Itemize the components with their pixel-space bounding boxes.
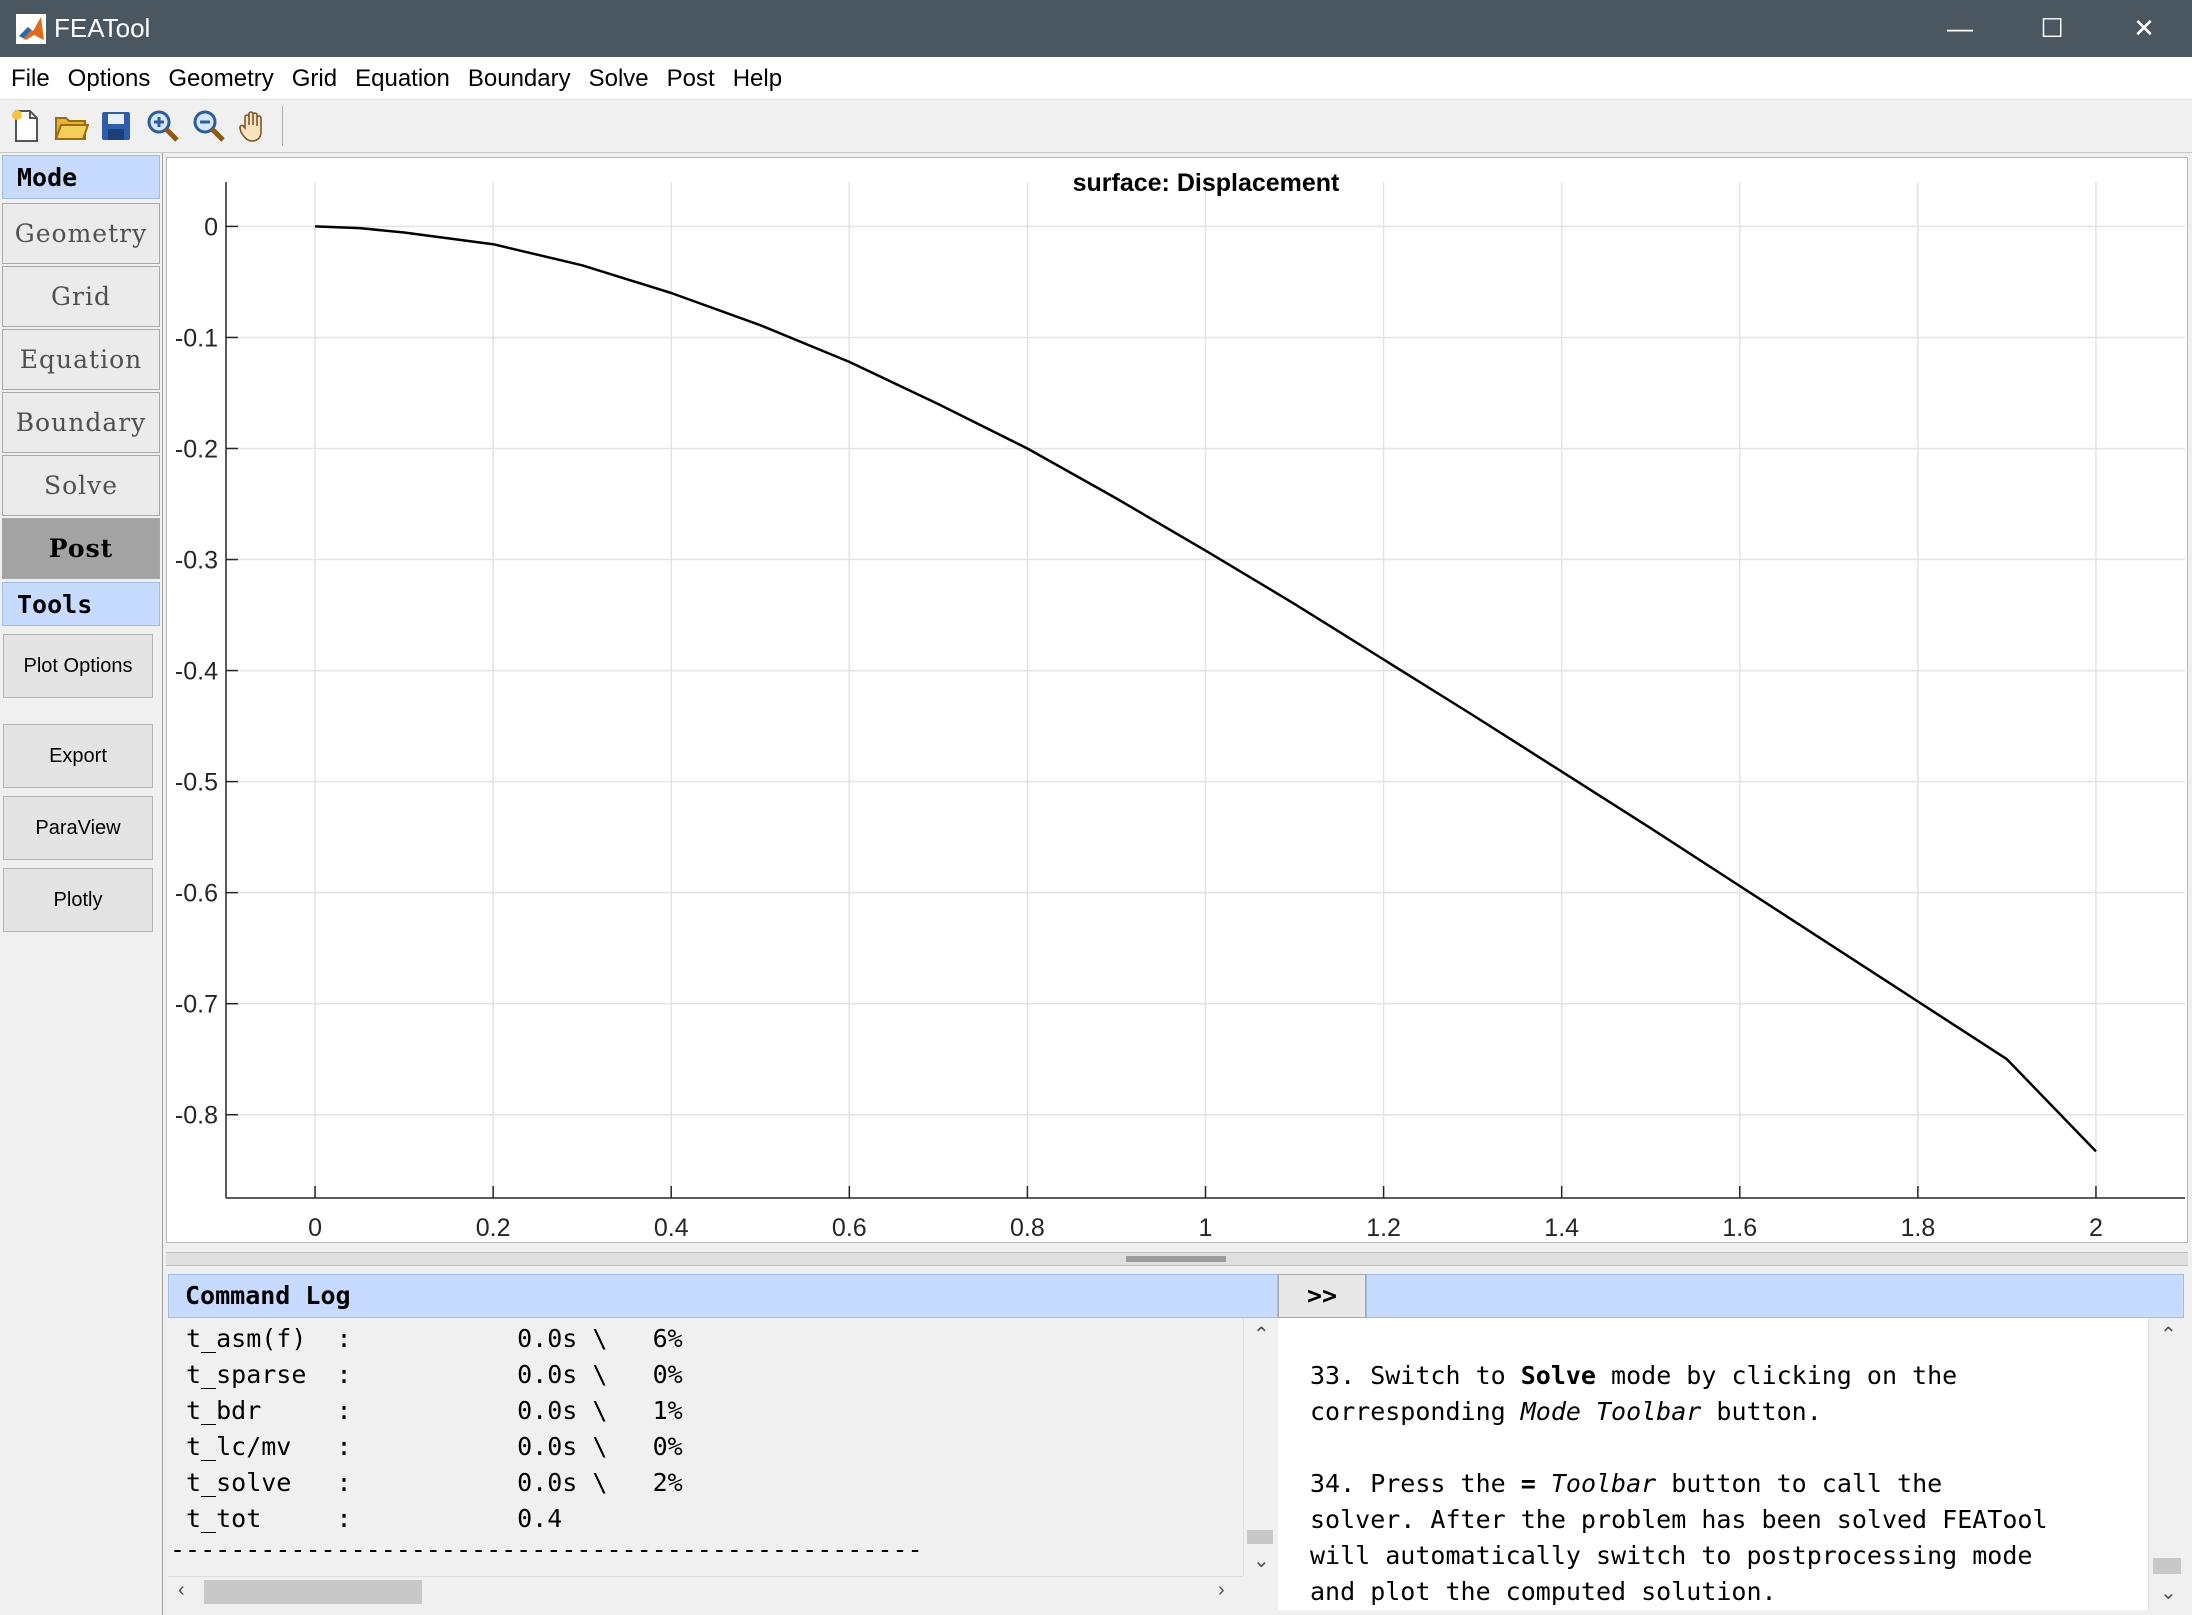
x-tick-label: 0.2 <box>476 1214 511 1242</box>
scroll-thumb[interactable] <box>2153 1558 2181 1574</box>
scroll-right-icon[interactable]: › <box>1218 1579 1225 1602</box>
side-panel: Mode Geometry Grid Equation Boundary Sol… <box>0 153 163 1615</box>
scroll-thumb[interactable] <box>1247 1530 1273 1544</box>
log-horizontal-scrollbar[interactable]: ‹ › <box>168 1576 1243 1607</box>
minimize-button[interactable]: — <box>1914 0 2006 57</box>
x-tick-label: 0 <box>308 1214 322 1242</box>
y-tick-label: -0.3 <box>175 547 218 575</box>
expand-button[interactable]: >> <box>1278 1274 1366 1318</box>
x-tick-label: 0.6 <box>832 1214 867 1242</box>
x-tick-label: 1.6 <box>1722 1214 1757 1242</box>
menu-boundary[interactable]: Boundary <box>459 58 580 100</box>
scroll-thumb[interactable] <box>204 1580 422 1604</box>
tutorial-line: will automatically switch to postprocess… <box>1310 1541 2033 1570</box>
export-button[interactable]: Export <box>3 724 153 788</box>
menu-geometry[interactable]: Geometry <box>159 58 282 100</box>
close-button[interactable]: ✕ <box>2098 0 2190 57</box>
menu-help[interactable]: Help <box>724 58 791 100</box>
plot-canvas[interactable]: 0 0.2 0.4 0.6 0.8 1 1.2 1.4 1.6 1.8 2 0 -0.1 -0.2 -0.3… <box>167 158 2187 1242</box>
mode-grid-button[interactable]: Grid <box>2 266 160 327</box>
plotly-button[interactable]: Plotly <box>3 868 153 932</box>
x-tick-label: 1.4 <box>1544 1214 1579 1242</box>
x-tick-label: 1.2 <box>1366 1214 1401 1242</box>
panel-splitter[interactable] <box>166 1252 2188 1266</box>
title-bar: FEATool — ☐ ✕ <box>0 0 2192 57</box>
y-tick-label: -0.2 <box>175 435 218 463</box>
y-tick-label: -0.4 <box>175 658 218 686</box>
command-log[interactable]: t_asm(f) : 0.0s \ 6% t_sparse : 0.0s \ 0… <box>168 1318 1243 1576</box>
scroll-left-icon[interactable]: ‹ <box>178 1579 185 1602</box>
tutorial-line: and plot the computed solution. <box>1310 1577 1777 1606</box>
plot-options-button[interactable]: Plot Options <box>3 634 153 698</box>
tutorial-line: solver. After the problem has been solve… <box>1310 1505 2048 1534</box>
mode-header: Mode <box>2 155 160 199</box>
matlab-icon <box>16 14 46 44</box>
scroll-up-icon[interactable]: ⌃ <box>1253 1322 1270 1347</box>
x-tick-label: 0.4 <box>654 1214 689 1242</box>
x-tick-label: 1 <box>1199 1214 1213 1242</box>
menu-solve[interactable]: Solve <box>580 58 658 100</box>
tutorial-line: 34. Press the = Toolbar button to call t… <box>1310 1469 1943 1498</box>
y-tick-label: -0.6 <box>175 880 218 908</box>
log-line: t_lc/mv : 0.0s \ 0% <box>186 1432 683 1461</box>
x-tick-label: 0.8 <box>1010 1214 1045 1242</box>
log-line: t_bdr : 0.0s \ 1% <box>186 1396 683 1425</box>
scroll-up-icon[interactable]: ⌃ <box>2160 1322 2177 1347</box>
mode-equation-button[interactable]: Equation <box>2 329 160 390</box>
mode-solve-button[interactable]: Solve <box>2 455 160 516</box>
tools-header: Tools <box>2 582 160 626</box>
splitter-grip[interactable] <box>1126 1256 1226 1262</box>
log-vertical-scrollbar[interactable]: ⌃ ⌄ <box>1243 1318 1276 1576</box>
pan-hand-icon[interactable] <box>236 108 272 144</box>
maximize-button[interactable]: ☐ <box>2006 0 2098 57</box>
y-tick-label: -0.7 <box>175 991 218 1019</box>
y-tick-label: -0.5 <box>175 769 218 797</box>
plot-panel[interactable]: 0 0.2 0.4 0.6 0.8 1 1.2 1.4 1.6 1.8 2 0 -0.1 -0.2 -0.3… <box>166 157 2188 1243</box>
log-line: t_asm(f) : 0.0s \ 6% <box>186 1324 683 1353</box>
scroll-down-icon[interactable]: ⌄ <box>1253 1548 1270 1573</box>
mode-geometry-button[interactable]: Geometry <box>2 203 160 264</box>
tutorial-line: corresponding Mode Toolbar button. <box>1310 1397 1822 1426</box>
window-title: FEATool <box>54 13 151 43</box>
x-tick-label: 1.8 <box>1900 1214 1935 1242</box>
toolbar <box>0 100 2192 153</box>
new-file-icon[interactable] <box>8 108 44 144</box>
x-tick-label: 2 <box>2089 1214 2103 1242</box>
open-folder-icon[interactable] <box>53 108 89 144</box>
log-line: t_sparse : 0.0s \ 0% <box>186 1360 683 1389</box>
menu-bar: File Options Geometry Grid Equation Boundary S… <box>0 57 2192 100</box>
save-icon[interactable] <box>98 108 134 144</box>
log-line: ----------------------------------------… <box>170 1535 923 1564</box>
tutorial-vertical-scrollbar[interactable]: ⌃ ⌄ <box>2148 1318 2185 1610</box>
zoom-out-icon[interactable] <box>191 108 227 144</box>
menu-options[interactable]: Options <box>59 58 160 100</box>
tutorial-text: 33. Switch to Solve mode by clicking on … <box>1278 1318 2148 1610</box>
paraview-button[interactable]: ParaView <box>3 796 153 860</box>
tutorial-header <box>1366 1274 2184 1318</box>
menu-post[interactable]: Post <box>658 58 724 100</box>
scroll-down-icon[interactable]: ⌄ <box>2160 1580 2177 1605</box>
plot-title: surface: Displacement <box>1073 169 1340 197</box>
mode-boundary-button[interactable]: Boundary <box>2 392 160 453</box>
command-log-header: Command Log <box>168 1274 1278 1318</box>
menu-file[interactable]: File <box>2 58 59 100</box>
log-line: t_solve : 0.0s \ 2% <box>186 1468 683 1497</box>
menu-equation[interactable]: Equation <box>346 58 459 100</box>
tutorial-line: 33. Switch to Solve mode by clicking on … <box>1310 1361 1958 1390</box>
y-tick-label: -0.8 <box>175 1102 218 1130</box>
mode-post-button[interactable]: Post <box>2 518 160 579</box>
y-tick-label: -0.1 <box>175 324 218 352</box>
toolbar-separator <box>282 106 283 146</box>
y-tick-label: 0 <box>204 213 218 241</box>
menu-grid[interactable]: Grid <box>283 58 346 100</box>
zoom-in-icon[interactable] <box>145 108 181 144</box>
